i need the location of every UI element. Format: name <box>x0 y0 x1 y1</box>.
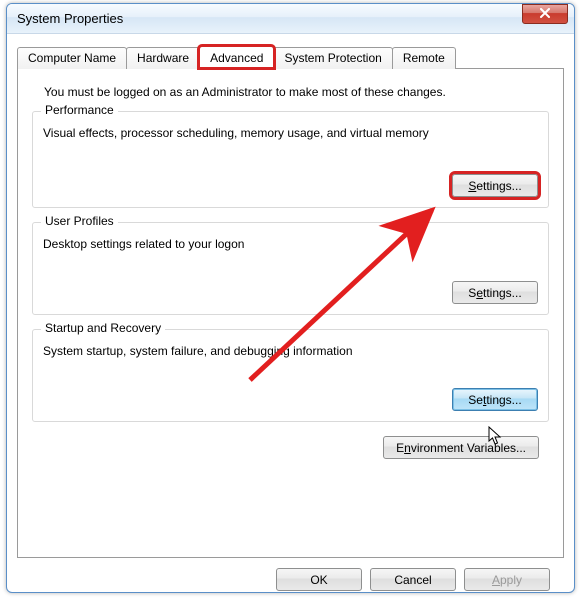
performance-title: Performance <box>41 103 118 117</box>
performance-settings-button[interactable]: Settings... <box>452 174 538 197</box>
cancel-button[interactable]: Cancel <box>370 568 456 591</box>
user-profiles-desc: Desktop settings related to your logon <box>43 237 538 251</box>
performance-group: Performance Visual effects, processor sc… <box>32 111 549 208</box>
tab-computer-name[interactable]: Computer Name <box>17 47 127 69</box>
system-properties-window: System Properties Computer Name Hardware… <box>6 3 575 593</box>
startup-recovery-title: Startup and Recovery <box>41 321 165 335</box>
tabstrip: Computer Name Hardware Advanced System P… <box>17 46 564 68</box>
close-button[interactable] <box>522 4 568 24</box>
window-title: System Properties <box>17 11 123 26</box>
titlebar[interactable]: System Properties <box>7 4 574 34</box>
ok-button[interactable]: OK <box>276 568 362 591</box>
performance-settings-label: ettings... <box>476 179 521 193</box>
user-profiles-group: User Profiles Desktop settings related t… <box>32 222 549 315</box>
performance-desc: Visual effects, processor scheduling, me… <box>43 126 538 140</box>
close-icon <box>539 8 551 19</box>
content-area: Computer Name Hardware Advanced System P… <box>7 34 574 593</box>
tab-remote[interactable]: Remote <box>392 47 456 69</box>
startup-recovery-group: Startup and Recovery System startup, sys… <box>32 329 549 422</box>
startup-recovery-desc: System startup, system failure, and debu… <box>43 344 538 358</box>
user-profiles-settings-button[interactable]: Settings... <box>452 281 538 304</box>
startup-recovery-settings-button[interactable]: Settings... <box>452 388 538 411</box>
tab-system-protection[interactable]: System Protection <box>273 47 392 69</box>
user-profiles-title: User Profiles <box>41 214 118 228</box>
dialog-footer: OK Cancel Apply <box>17 558 564 591</box>
admin-note: You must be logged on as an Administrato… <box>44 85 549 99</box>
apply-button[interactable]: Apply <box>464 568 550 591</box>
tab-advanced[interactable]: Advanced <box>199 46 274 68</box>
environment-variables-button[interactable]: Environment Variables... <box>383 436 539 459</box>
advanced-tabpanel: You must be logged on as an Administrato… <box>17 68 564 558</box>
tab-hardware[interactable]: Hardware <box>126 47 200 69</box>
